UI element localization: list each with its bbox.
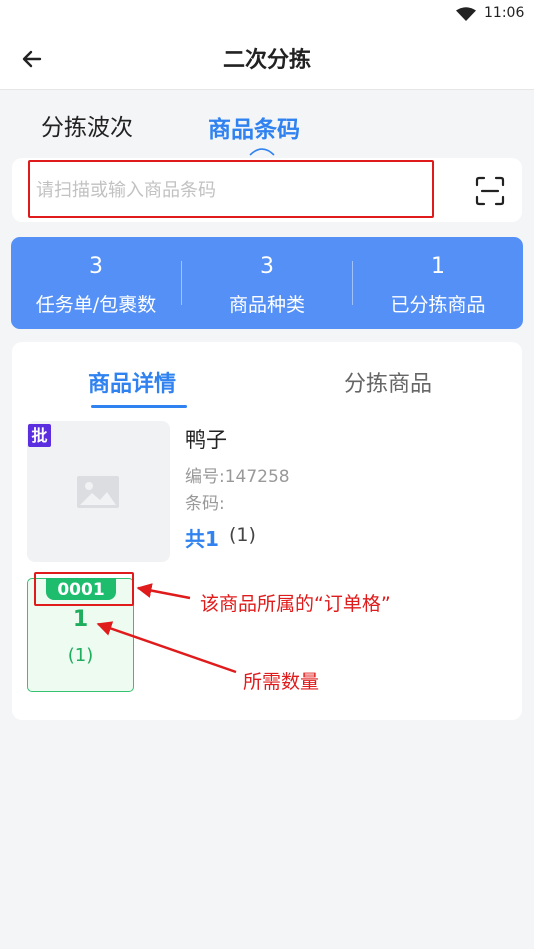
goods-total: 共1 bbox=[185, 527, 219, 551]
annotation-cell-note: 该商品所属的“订单格” bbox=[200, 593, 391, 615]
stat-goods-types-label: 商品种类 bbox=[228, 294, 305, 316]
stat-goods-types: 3 商品种类 bbox=[182, 237, 352, 329]
status-bar: 11:06 bbox=[0, 0, 534, 28]
active-tab-underline bbox=[91, 405, 187, 408]
status-time: 11:06 bbox=[484, 5, 525, 21]
image-placeholder-icon bbox=[77, 476, 119, 508]
goods-total-count: (1) bbox=[229, 524, 256, 546]
tab-goods-barcode[interactable]: 商品条码 bbox=[208, 110, 300, 144]
batch-tag: 批 bbox=[28, 424, 51, 447]
search-highlight-box bbox=[28, 160, 434, 218]
stat-goods-types-value: 3 bbox=[260, 254, 274, 279]
order-cell-quantity: 1 bbox=[72, 607, 89, 632]
tab-goods-detail[interactable]: 商品详情 bbox=[88, 366, 176, 398]
annotation-quantity-note: 所需数量 bbox=[243, 671, 320, 693]
stats-panel: 3 任务单/包裹数 3 商品种类 1 已分拣商品 bbox=[11, 237, 523, 329]
goods-name: 鸭子 bbox=[185, 428, 227, 452]
app-bar: 二次分拣 bbox=[0, 28, 534, 90]
stat-sorted: 1 已分拣商品 bbox=[353, 237, 523, 329]
stat-tasks-value: 3 bbox=[89, 254, 103, 279]
scan-icon[interactable] bbox=[474, 175, 506, 207]
order-cell-sub-quantity: (1) bbox=[67, 645, 94, 666]
tab-sorted-goods[interactable]: 分拣商品 bbox=[344, 366, 432, 398]
tab-sorting-wave[interactable]: 分拣波次 bbox=[41, 108, 133, 142]
cell-highlight-box bbox=[34, 572, 134, 606]
stat-tasks-label: 任务单/包裹数 bbox=[35, 294, 157, 316]
goods-barcode: 条码: bbox=[185, 494, 225, 514]
goods-code: 编号:147258 bbox=[185, 467, 290, 487]
stat-tasks: 3 任务单/包裹数 bbox=[11, 237, 181, 329]
wifi-icon bbox=[456, 7, 476, 21]
active-tab-indicator-icon bbox=[249, 148, 275, 156]
page-title: 二次分拣 bbox=[222, 48, 311, 73]
stat-sorted-value: 1 bbox=[431, 254, 445, 279]
stat-sorted-label: 已分拣商品 bbox=[390, 294, 486, 316]
